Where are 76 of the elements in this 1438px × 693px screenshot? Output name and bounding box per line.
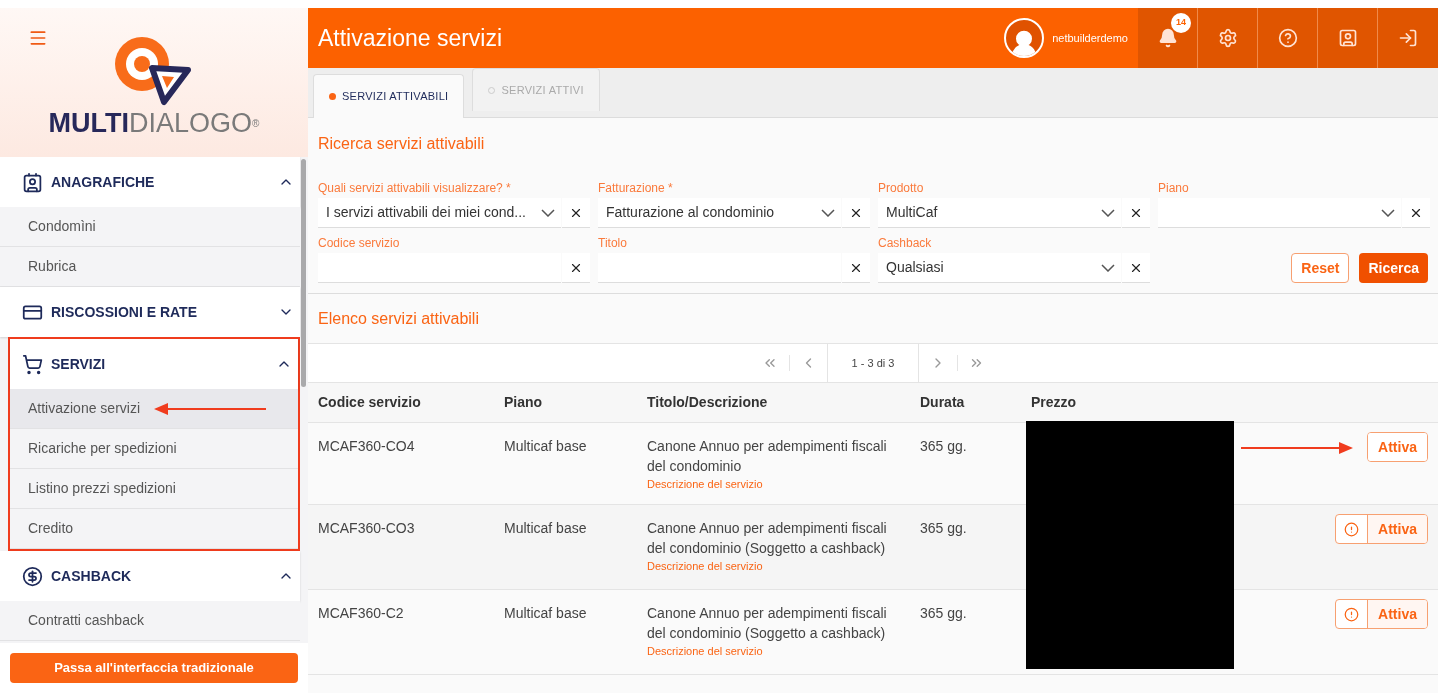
section-title: RISCOSSIONI E RATE [51, 302, 198, 322]
dollar-icon [22, 565, 43, 587]
field-label: Codice servizio [318, 235, 401, 251]
dropdown-field[interactable]: Qualsiasi [878, 253, 1121, 283]
chevron-down-icon [1101, 208, 1115, 217]
clear-button[interactable] [842, 253, 870, 283]
section-header[interactable]: RISCOSSIONI E RATE [0, 287, 300, 337]
table-cell-text: Multicaf base [504, 519, 588, 538]
table-cell-text: Multicaf base [504, 437, 588, 456]
warning-icon[interactable] [1344, 521, 1360, 537]
section-title: Ricerca servizi attivabili [318, 134, 486, 154]
clear-button[interactable] [1122, 198, 1150, 228]
section-title: ANAGRAFICHE [51, 172, 156, 192]
table-cell-text: MCAF360-CO4 [318, 437, 416, 456]
column-header: Piano [504, 393, 544, 412]
logo-wordmark: MULTIDIALOGO$^{®}$ [48, 110, 260, 137]
table-cell-text: Multicaf base [504, 604, 588, 623]
chevron-down-icon [821, 208, 835, 217]
input-field[interactable] [318, 253, 561, 283]
field-label: Cashback [878, 235, 933, 251]
logout-icon [1398, 28, 1418, 48]
settings-button[interactable] [1198, 8, 1258, 68]
column-header: Codice servizio [318, 393, 422, 412]
section-title: SERVIZI [51, 354, 107, 374]
table-cell-text: Canone Annuo per adempimenti fiscali del condominio [647, 437, 888, 476]
help-icon [1277, 28, 1298, 48]
table-cell-text: Canone Annuo per adempimenti fiscali del condominio (Soggetto a cashback) [647, 519, 888, 558]
dropdown-field[interactable]: Fatturazione al condominio [598, 198, 841, 228]
dropdown-field[interactable] [1158, 198, 1401, 228]
tab[interactable]: SERVIZI ATTIVABILI [313, 74, 465, 118]
dropdown-field[interactable]: I servizi attivabili dei miei cond... [318, 198, 561, 228]
warning-icon[interactable] [1344, 606, 1360, 622]
logout-button[interactable] [1378, 8, 1438, 68]
input-field[interactable] [598, 253, 841, 283]
clear-button[interactable] [842, 198, 870, 228]
field-label: Fatturazione * [598, 180, 674, 196]
column-header: Durata [920, 393, 966, 412]
search-button[interactable]: Ricerca [1359, 253, 1428, 283]
table-cell-text: MCAF360-CO3 [318, 519, 416, 538]
field-label: Quali servizi attivabili visualizzare? * [318, 180, 512, 196]
chevron-down-icon [541, 208, 555, 217]
chevron-down-icon [1101, 263, 1115, 272]
scrollbar[interactable] [301, 159, 306, 387]
bell-icon [1157, 28, 1178, 48]
clear-button[interactable] [1122, 253, 1150, 283]
column-header: Prezzo [1031, 393, 1078, 412]
table-cell-text: Canone Annuo per adempimenti fiscali del condominio (Soggetto a cashback) [647, 604, 888, 643]
section-header[interactable]: ANAGRAFICHE [0, 157, 300, 207]
sidebar-item[interactable]: Attivazione servizi [10, 389, 298, 429]
dropdown-field[interactable]: MultiCaf [878, 198, 1121, 228]
table-cell-text: 365 gg. [920, 604, 968, 623]
field-label: Titolo [598, 235, 628, 251]
chevron-down-icon [1381, 208, 1395, 217]
section-header[interactable]: CASHBACK [0, 551, 300, 601]
section-header[interactable]: SERVIZI [10, 339, 298, 389]
clear-button[interactable] [562, 198, 590, 228]
contact-card-button[interactable] [1318, 8, 1378, 68]
field-label: Prodotto [878, 180, 925, 196]
field-label: Piano [1158, 180, 1190, 196]
notification-badge: 14 [1171, 13, 1191, 33]
id-card-icon [22, 171, 43, 193]
avatar[interactable] [1004, 18, 1045, 58]
section-title: CASHBACK [51, 566, 133, 586]
clear-button[interactable] [562, 253, 590, 283]
page-title: Attivazione servizi [317, 23, 504, 53]
help-button[interactable] [1258, 8, 1318, 68]
column-header: Titolo/Descrizione [647, 393, 769, 412]
page-range: 1 - 3 di 3 [826, 343, 920, 383]
cart-icon [22, 353, 43, 375]
clear-button[interactable] [1402, 198, 1430, 228]
table-cell-text: 365 gg. [920, 519, 968, 538]
contact-card-icon [1337, 28, 1358, 48]
table-cell-text: MCAF360-C2 [318, 604, 405, 623]
table-cell-text: 365 gg. [920, 437, 968, 456]
settings-icon [1217, 28, 1238, 48]
menu-icon[interactable] [28, 28, 48, 48]
